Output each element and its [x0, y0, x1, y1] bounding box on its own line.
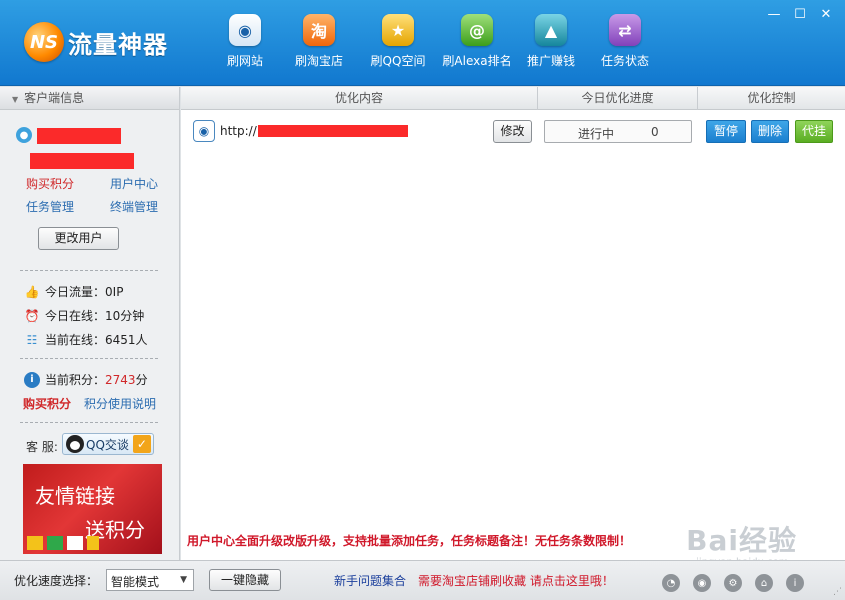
user-center-link[interactable]: 用户中心: [110, 175, 158, 192]
gift-icon: [27, 536, 43, 550]
client-info-panel: ▼ 客户端信息 ● 购买积分 用户中心 任务管理 终端管理 更改用户 👍 今日流量…: [0, 87, 180, 560]
friend-link-banner[interactable]: 友情链接 送积分: [23, 464, 162, 554]
today-traffic-value: 0IP: [105, 284, 124, 299]
speed-select[interactable]: 智能模式 ▼: [106, 569, 194, 591]
speed-gauge-icon[interactable]: ◔: [662, 574, 680, 592]
redacted-account: [30, 153, 134, 169]
today-online: ⏰ 今日在线： 10分钟: [24, 308, 145, 324]
maximize-icon[interactable]: ☐: [787, 4, 813, 24]
modify-button[interactable]: 修改: [493, 120, 532, 143]
nav-label: 刷QQ空间: [370, 54, 426, 68]
online-list-icon: ☷: [26, 332, 38, 347]
progress-count: 0: [651, 125, 659, 139]
current-points-value: 2743: [105, 372, 136, 387]
nav-promote-earn[interactable]: ▲ 推广赚钱: [514, 14, 588, 69]
buy-points-link[interactable]: 购买积分: [26, 175, 74, 192]
minimize-icon[interactable]: —: [761, 4, 787, 24]
nav-brush-taobao[interactable]: 淘 刷淘宝店: [282, 14, 356, 69]
change-user-button[interactable]: 更改用户: [38, 227, 119, 250]
upgrade-notice: 用户中心全面升级改版升级，支持批量添加任务，任务标题备注！无任务条数限制！: [187, 534, 632, 548]
table-header: 优化内容 今日优化进度 优化控制: [181, 87, 845, 110]
user-row: ●: [16, 127, 32, 143]
status-bar: 优化速度选择： 智能模式 ▼ 一键隐藏 新手问题集合 需要淘宝店铺刷收藏 请点击…: [0, 560, 845, 600]
check-icon: ✓: [132, 435, 151, 453]
gear-icon[interactable]: ⚙: [724, 574, 742, 592]
nav-label: 刷Alexa排名: [442, 54, 512, 68]
nav-brush-qzone[interactable]: ★ 刷QQ空间: [356, 14, 440, 69]
info-icon: i: [24, 371, 40, 388]
speed-label: 优化速度选择：: [14, 574, 99, 588]
alarm-clock-icon: ⏰: [24, 308, 40, 323]
bottom-toolbar: ◔ ◉ ⚙ ⌂ i: [662, 574, 817, 592]
nav-brush-alexa[interactable]: @ 刷Alexa排名: [440, 14, 514, 69]
nav-label: 任务状态: [600, 54, 649, 68]
close-icon[interactable]: ✕: [813, 4, 839, 24]
column-header-control: 优化控制: [747, 91, 796, 105]
thumbs-up-icon: 👍: [24, 284, 40, 299]
one-click-hide-button[interactable]: 一键隐藏: [209, 569, 281, 591]
nav-task-status[interactable]: ⇄ 任务状态: [588, 14, 662, 69]
gift-icon: [47, 536, 63, 550]
current-online: ☷ 当前在线： 6451人: [24, 331, 148, 348]
qzone-star-icon: ★: [382, 14, 414, 46]
rocket-icon: ▲: [535, 14, 567, 46]
home-icon[interactable]: ⌂: [755, 574, 773, 592]
today-online-value: 10分钟: [105, 309, 145, 323]
column-header-progress: 今日优化进度: [538, 87, 698, 110]
redacted-url: [258, 125, 408, 137]
buy-points-link-2[interactable]: 购买积分: [23, 395, 71, 412]
table-row: ◉ http:// 修改 进行中 0 暂停 删除 代挂: [181, 118, 845, 148]
main-nav: ◉ 刷网站 淘 刷淘宝店 ★ 刷QQ空间 @ 刷Alexa排名 ▲ 推广赚钱 ⇄…: [208, 14, 662, 69]
app-logo: NS 流量神器: [24, 22, 168, 62]
divider: [20, 422, 158, 423]
eye-icon[interactable]: ◉: [693, 574, 711, 592]
title-bar: NS 流量神器 ◉ 刷网站 淘 刷淘宝店 ★ 刷QQ空间 @ 刷Alexa排名 …: [0, 0, 845, 86]
info-icon[interactable]: i: [786, 574, 804, 592]
taobao-icon: 淘: [303, 14, 335, 46]
resize-grip-icon[interactable]: ⋰: [833, 587, 842, 597]
gift-icon: [87, 536, 99, 550]
terminal-manage-link[interactable]: 终端管理: [110, 198, 158, 215]
qq-chat-button[interactable]: QQ交谈 ✓: [62, 433, 154, 455]
window-controls: — ☐ ✕: [761, 4, 839, 24]
banner-title: 友情链接: [35, 484, 115, 508]
alexa-at-icon: @: [461, 14, 493, 46]
pause-button[interactable]: 暂停: [706, 120, 746, 143]
column-header-content: 优化内容: [181, 87, 538, 110]
swap-arrows-icon: ⇄: [609, 14, 641, 46]
logo-mark-icon: NS: [24, 22, 64, 62]
task-url[interactable]: http://: [220, 124, 257, 138]
user-avatar-icon: ●: [16, 127, 32, 143]
newbie-faq-link[interactable]: 新手问题集合: [334, 572, 406, 589]
progress-box: 进行中 0: [544, 120, 692, 143]
divider: [20, 358, 158, 359]
divider: [20, 270, 158, 271]
points-usage-link[interactable]: 积分使用说明: [84, 395, 156, 412]
progress-status: 进行中: [578, 127, 615, 141]
nav-label: 推广赚钱: [526, 54, 575, 68]
current-points: i 当前积分： 2743 分: [24, 371, 148, 388]
chevron-down-icon: ▼: [180, 575, 187, 585]
globe-icon: ◉: [229, 14, 261, 46]
task-manage-link[interactable]: 任务管理: [26, 198, 74, 215]
nav-label: 刷网站: [226, 54, 263, 68]
taobao-favorite-link[interactable]: 需要淘宝店铺刷收藏 请点击这里哦！: [418, 572, 614, 589]
nav-label: 刷淘宝店: [294, 54, 343, 68]
collapse-triangle-icon: ▼: [12, 95, 19, 104]
task-list-panel: 优化内容 今日优化进度 优化控制 ◉ http:// 修改 进行中 0 暂停 删…: [181, 87, 845, 568]
gift-icon: [67, 536, 83, 550]
globe-icon: ◉: [193, 120, 215, 142]
qq-penguin-icon: [66, 435, 84, 453]
nav-brush-website[interactable]: ◉ 刷网站: [208, 14, 282, 69]
service-label: 客 服:: [26, 440, 58, 454]
current-online-value: 6451人: [105, 333, 148, 347]
today-traffic: 👍 今日流量： 0IP: [24, 284, 124, 300]
client-info-header[interactable]: ▼ 客户端信息: [0, 87, 179, 110]
hang-button[interactable]: 代挂: [795, 120, 833, 143]
redacted-username: [37, 128, 121, 144]
delete-button[interactable]: 删除: [751, 120, 789, 143]
app-title: 流量神器: [68, 30, 168, 59]
